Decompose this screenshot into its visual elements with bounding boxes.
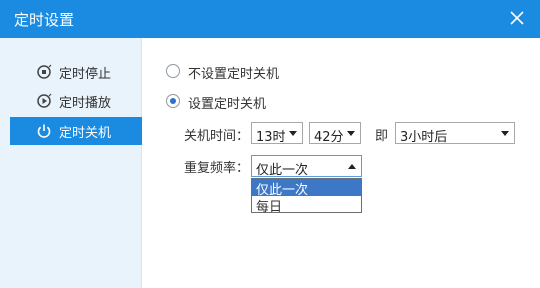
radio-label: 设置定时关机 (188, 97, 267, 112)
timer-stop-icon (36, 64, 52, 80)
sidebar-item-timer-play[interactable]: 定时播放 (10, 87, 142, 115)
radio-button[interactable] (166, 64, 180, 78)
sidebar-item-label: 定时停止 (59, 67, 112, 82)
hours-after-select[interactable]: 3小时后 (395, 122, 515, 145)
hour-value: 13时 (256, 130, 286, 145)
close-icon[interactable] (506, 7, 528, 29)
hour-select[interactable]: 13时 (251, 122, 303, 145)
repeat-option-daily[interactable]: 每日 (252, 196, 361, 215)
repeat-value: 仅此一次 (256, 163, 309, 178)
repeat-select[interactable]: 仅此一次 (251, 155, 362, 178)
radio-label: 不设置定时关机 (188, 67, 280, 82)
sidebar: 定时停止 定时播放 定时关机 (0, 38, 142, 288)
repeat-dropdown-list: 仅此一次 每日 (251, 178, 362, 215)
sidebar-item-shutdown[interactable]: 定时关机 (10, 117, 142, 145)
shutdown-time-label: 关机时间： (184, 129, 250, 144)
title-bar: 定时设置 (0, 0, 540, 38)
sidebar-item-timer-stop[interactable]: 定时停止 (10, 58, 142, 86)
chevron-down-icon (347, 131, 355, 136)
minute-select[interactable]: 42分 (309, 122, 361, 145)
option-label: 每日 (256, 200, 283, 215)
chevron-down-icon (289, 131, 297, 136)
radio-button[interactable] (166, 94, 180, 108)
sidebar-item-label: 定时播放 (59, 96, 112, 111)
chevron-up-icon (348, 164, 356, 169)
hours-after-value: 3小时后 (400, 130, 448, 145)
power-icon (36, 123, 52, 139)
repeat-label: 重复频率： (184, 161, 250, 176)
chevron-down-icon (501, 131, 509, 136)
repeat-option-once[interactable]: 仅此一次 (252, 179, 361, 198)
ji-label: 即 (375, 129, 389, 144)
sidebar-item-label: 定时关机 (59, 126, 112, 141)
minute-value: 42分 (314, 130, 344, 145)
timer-play-icon (36, 93, 52, 109)
window-title: 定时设置 (14, 11, 75, 29)
